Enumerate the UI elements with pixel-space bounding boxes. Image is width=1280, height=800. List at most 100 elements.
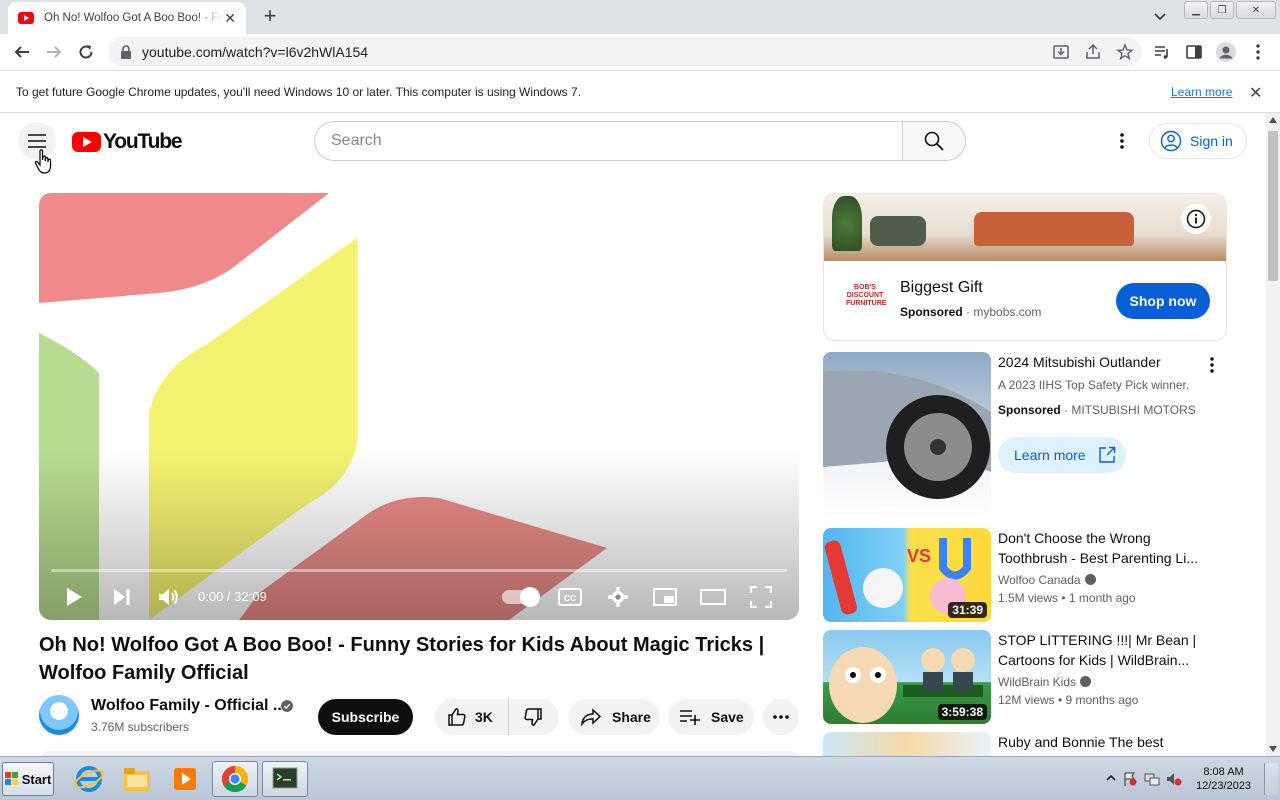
address-bar[interactable]: youtube.com/watch?v=l6v2hWlA154 — [108, 37, 1142, 67]
chevron-down-icon — [1154, 13, 1166, 21]
taskbar-internet-explorer[interactable] — [66, 761, 112, 797]
volume-muted-icon[interactable] — [1166, 771, 1182, 787]
sponsored-thumbnail[interactable] — [823, 352, 991, 520]
search-icon — [924, 131, 944, 151]
browser-tab[interactable]: Oh No! Wolfoo Got A Boo Boo! - Fu ✕ — [8, 2, 246, 34]
taskbar-clock[interactable]: 8:08 AM 12/23/2023 — [1196, 765, 1251, 793]
back-button[interactable] — [6, 36, 38, 68]
folder-icon — [124, 768, 150, 791]
video-player[interactable]: 0:00 / 32:09 CC — [39, 193, 799, 620]
taskbar-media-player[interactable] — [162, 761, 208, 797]
learn-more-label: Learn more — [1014, 447, 1086, 463]
infobar-learn-more-link[interactable]: Learn more — [1171, 85, 1232, 99]
like-button[interactable]: 3K — [435, 699, 509, 735]
taskbar-chrome[interactable] — [212, 761, 258, 797]
search-input[interactable]: Search — [314, 121, 903, 161]
scrollbar-thumb[interactable] — [1268, 131, 1278, 281]
autoplay-toggle[interactable] — [502, 587, 540, 607]
kebab-menu-icon — [1256, 44, 1260, 60]
start-button[interactable]: Start — [2, 762, 54, 796]
next-button[interactable] — [109, 577, 135, 617]
subscribe-button[interactable]: Subscribe — [318, 699, 413, 735]
scroll-up-arrow-icon[interactable] — [1269, 117, 1277, 123]
ad-sponsored-label: Sponsored — [900, 305, 963, 319]
tab-strip: Oh No! Wolfoo Got A Boo Boo! - Fu ✕ + ▁ … — [0, 0, 1280, 34]
ad-banner-image — [824, 194, 1226, 261]
sponsored-video-item[interactable]: 2024 Mitsubishi Outlander A 2023 IIHS To… — [823, 352, 1243, 520]
terminal-window-icon — [272, 767, 298, 789]
rec-channel-name[interactable]: Wolfoo Canada — [998, 573, 1081, 587]
share-page-icon[interactable] — [1084, 43, 1102, 61]
youtube-logo-text: YouTube — [103, 130, 183, 153]
recommended-video-item[interactable]: 3:59:38 STOP LITTERING !!!| Mr Bean | Ca… — [823, 630, 1243, 724]
media-control-button[interactable] — [1148, 36, 1176, 68]
video-thumbnail[interactable] — [823, 732, 991, 756]
youtube-logo[interactable]: YouTube — [72, 130, 183, 154]
windows-logo-icon — [4, 772, 18, 785]
settings-button[interactable] — [605, 577, 631, 617]
svg-text:VS: VS — [907, 546, 931, 566]
share-button[interactable]: Share — [568, 699, 660, 735]
chrome-menu-button[interactable] — [1244, 36, 1272, 68]
miniplayer-button[interactable] — [651, 577, 679, 617]
learn-more-button[interactable]: Learn more — [998, 437, 1126, 473]
settings-menu-button[interactable] — [1108, 127, 1136, 155]
action-center-flag-icon[interactable] — [1122, 771, 1138, 787]
side-panel-button[interactable] — [1180, 36, 1208, 68]
profile-button[interactable] — [1212, 36, 1240, 68]
recommended-video-item[interactable]: VS 31:39 Don't Choose the Wrong Toothbru… — [823, 528, 1243, 622]
page-scrollbar[interactable] — [1266, 113, 1280, 756]
tab-search-button[interactable] — [1150, 6, 1170, 26]
chrome-update-infobar: To get future Google Chrome updates, you… — [0, 70, 1280, 113]
close-window-button[interactable]: ✕ — [1236, 1, 1276, 19]
captions-button[interactable]: CC — [557, 577, 583, 617]
ad-chair-graphic — [870, 216, 926, 246]
reload-button[interactable] — [70, 36, 102, 68]
car-wheel-graphic — [823, 370, 991, 499]
recommended-video-item[interactable]: Ruby and Bonnie The best — [823, 732, 1243, 756]
ad-info-button[interactable] — [1181, 204, 1211, 234]
progress-bar[interactable] — [51, 569, 787, 572]
taskbar-file-explorer[interactable] — [114, 761, 160, 797]
save-button[interactable]: Save — [668, 699, 754, 735]
sign-in-button[interactable]: Sign in — [1149, 123, 1247, 159]
video-thumbnail[interactable]: 3:59:38 — [823, 630, 991, 724]
hand-cursor-icon — [34, 149, 52, 174]
mute-button[interactable] — [155, 577, 183, 617]
play-button[interactable] — [61, 577, 87, 617]
ad-card[interactable]: BOB'S DISCOUNT FURNITURE Biggest Gift Sp… — [823, 193, 1227, 341]
shop-now-button[interactable]: Shop now — [1116, 283, 1210, 319]
rec-meta: 12M views • 9 months ago — [998, 693, 1139, 707]
theater-mode-button[interactable] — [699, 577, 727, 617]
theater-mode-icon — [700, 589, 726, 605]
bookmark-star-icon[interactable] — [1116, 43, 1134, 61]
dislike-button[interactable] — [509, 699, 557, 735]
scroll-down-arrow-icon[interactable] — [1269, 746, 1277, 752]
install-app-icon[interactable] — [1052, 43, 1070, 61]
restore-button[interactable]: ❐ — [1210, 1, 1234, 19]
forward-button[interactable] — [38, 36, 70, 68]
tab-close-icon[interactable]: ✕ — [224, 10, 236, 27]
like-count: 3K — [475, 709, 493, 725]
taskbar-terminal[interactable] — [262, 761, 308, 797]
fullscreen-button[interactable] — [747, 577, 775, 617]
video-thumbnail[interactable]: VS 31:39 — [823, 528, 991, 622]
channel-avatar[interactable] — [39, 695, 79, 735]
minimize-button[interactable]: ▁ — [1184, 1, 1208, 19]
clock-date: 12/23/2023 — [1196, 780, 1252, 792]
window-controls: ▁ ❐ ✕ — [1182, 0, 1276, 20]
infobar-close-icon[interactable]: ✕ — [1249, 83, 1262, 103]
reload-icon — [79, 45, 93, 59]
kebab-menu-icon[interactable] — [1209, 356, 1215, 374]
search-button[interactable] — [902, 121, 966, 161]
more-actions-button[interactable] — [763, 699, 799, 735]
new-tab-button[interactable]: + — [258, 5, 282, 29]
youtube-favicon-icon — [18, 12, 34, 24]
infobar-message: To get future Google Chrome updates, you… — [16, 84, 582, 99]
show-desktop-button[interactable] — [1264, 763, 1278, 795]
rec-channel-name[interactable]: WildBrain Kids — [998, 675, 1076, 689]
channel-name[interactable]: Wolfoo Family - Official ... — [91, 697, 286, 715]
rec-sponsored-label: Sponsored — [998, 403, 1061, 417]
network-icon[interactable] — [1144, 771, 1160, 787]
show-hidden-icons-icon[interactable] — [1106, 773, 1116, 785]
